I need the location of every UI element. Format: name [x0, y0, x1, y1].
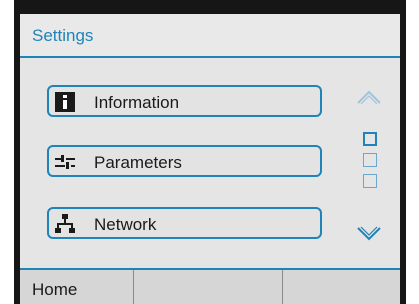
- scroll-up-button[interactable]: [356, 87, 382, 107]
- settings-screen: Settings Information Parameters Network …: [20, 14, 400, 304]
- device-bezel-top: [14, 0, 406, 14]
- parameters-button[interactable]: Parameters: [47, 145, 322, 177]
- information-label: Information: [94, 93, 180, 112]
- scroll-down-button[interactable]: [356, 224, 382, 244]
- softkey-home[interactable]: Home: [20, 270, 132, 304]
- parameters-icon: [55, 152, 75, 172]
- softkey-2[interactable]: [133, 270, 282, 304]
- page-indicator: [363, 174, 377, 188]
- page-title: Settings: [32, 26, 94, 45]
- network-label: Network: [94, 215, 157, 234]
- chevron-up-icon: [357, 90, 381, 105]
- network-icon: [55, 214, 75, 234]
- parameters-label: Parameters: [94, 153, 182, 172]
- information-button[interactable]: Information: [47, 85, 322, 117]
- softkey-label: Home: [32, 280, 78, 299]
- softkey-3[interactable]: [282, 270, 400, 304]
- device-bezel-right: [400, 0, 406, 304]
- page-indicator-current: [363, 132, 377, 146]
- page-indicator: [363, 153, 377, 167]
- title-bar: Settings: [20, 14, 400, 58]
- network-button[interactable]: Network: [47, 207, 322, 239]
- softkey-bar: Home: [20, 268, 400, 304]
- info-icon: [55, 92, 75, 112]
- chevron-down-icon: [357, 226, 381, 241]
